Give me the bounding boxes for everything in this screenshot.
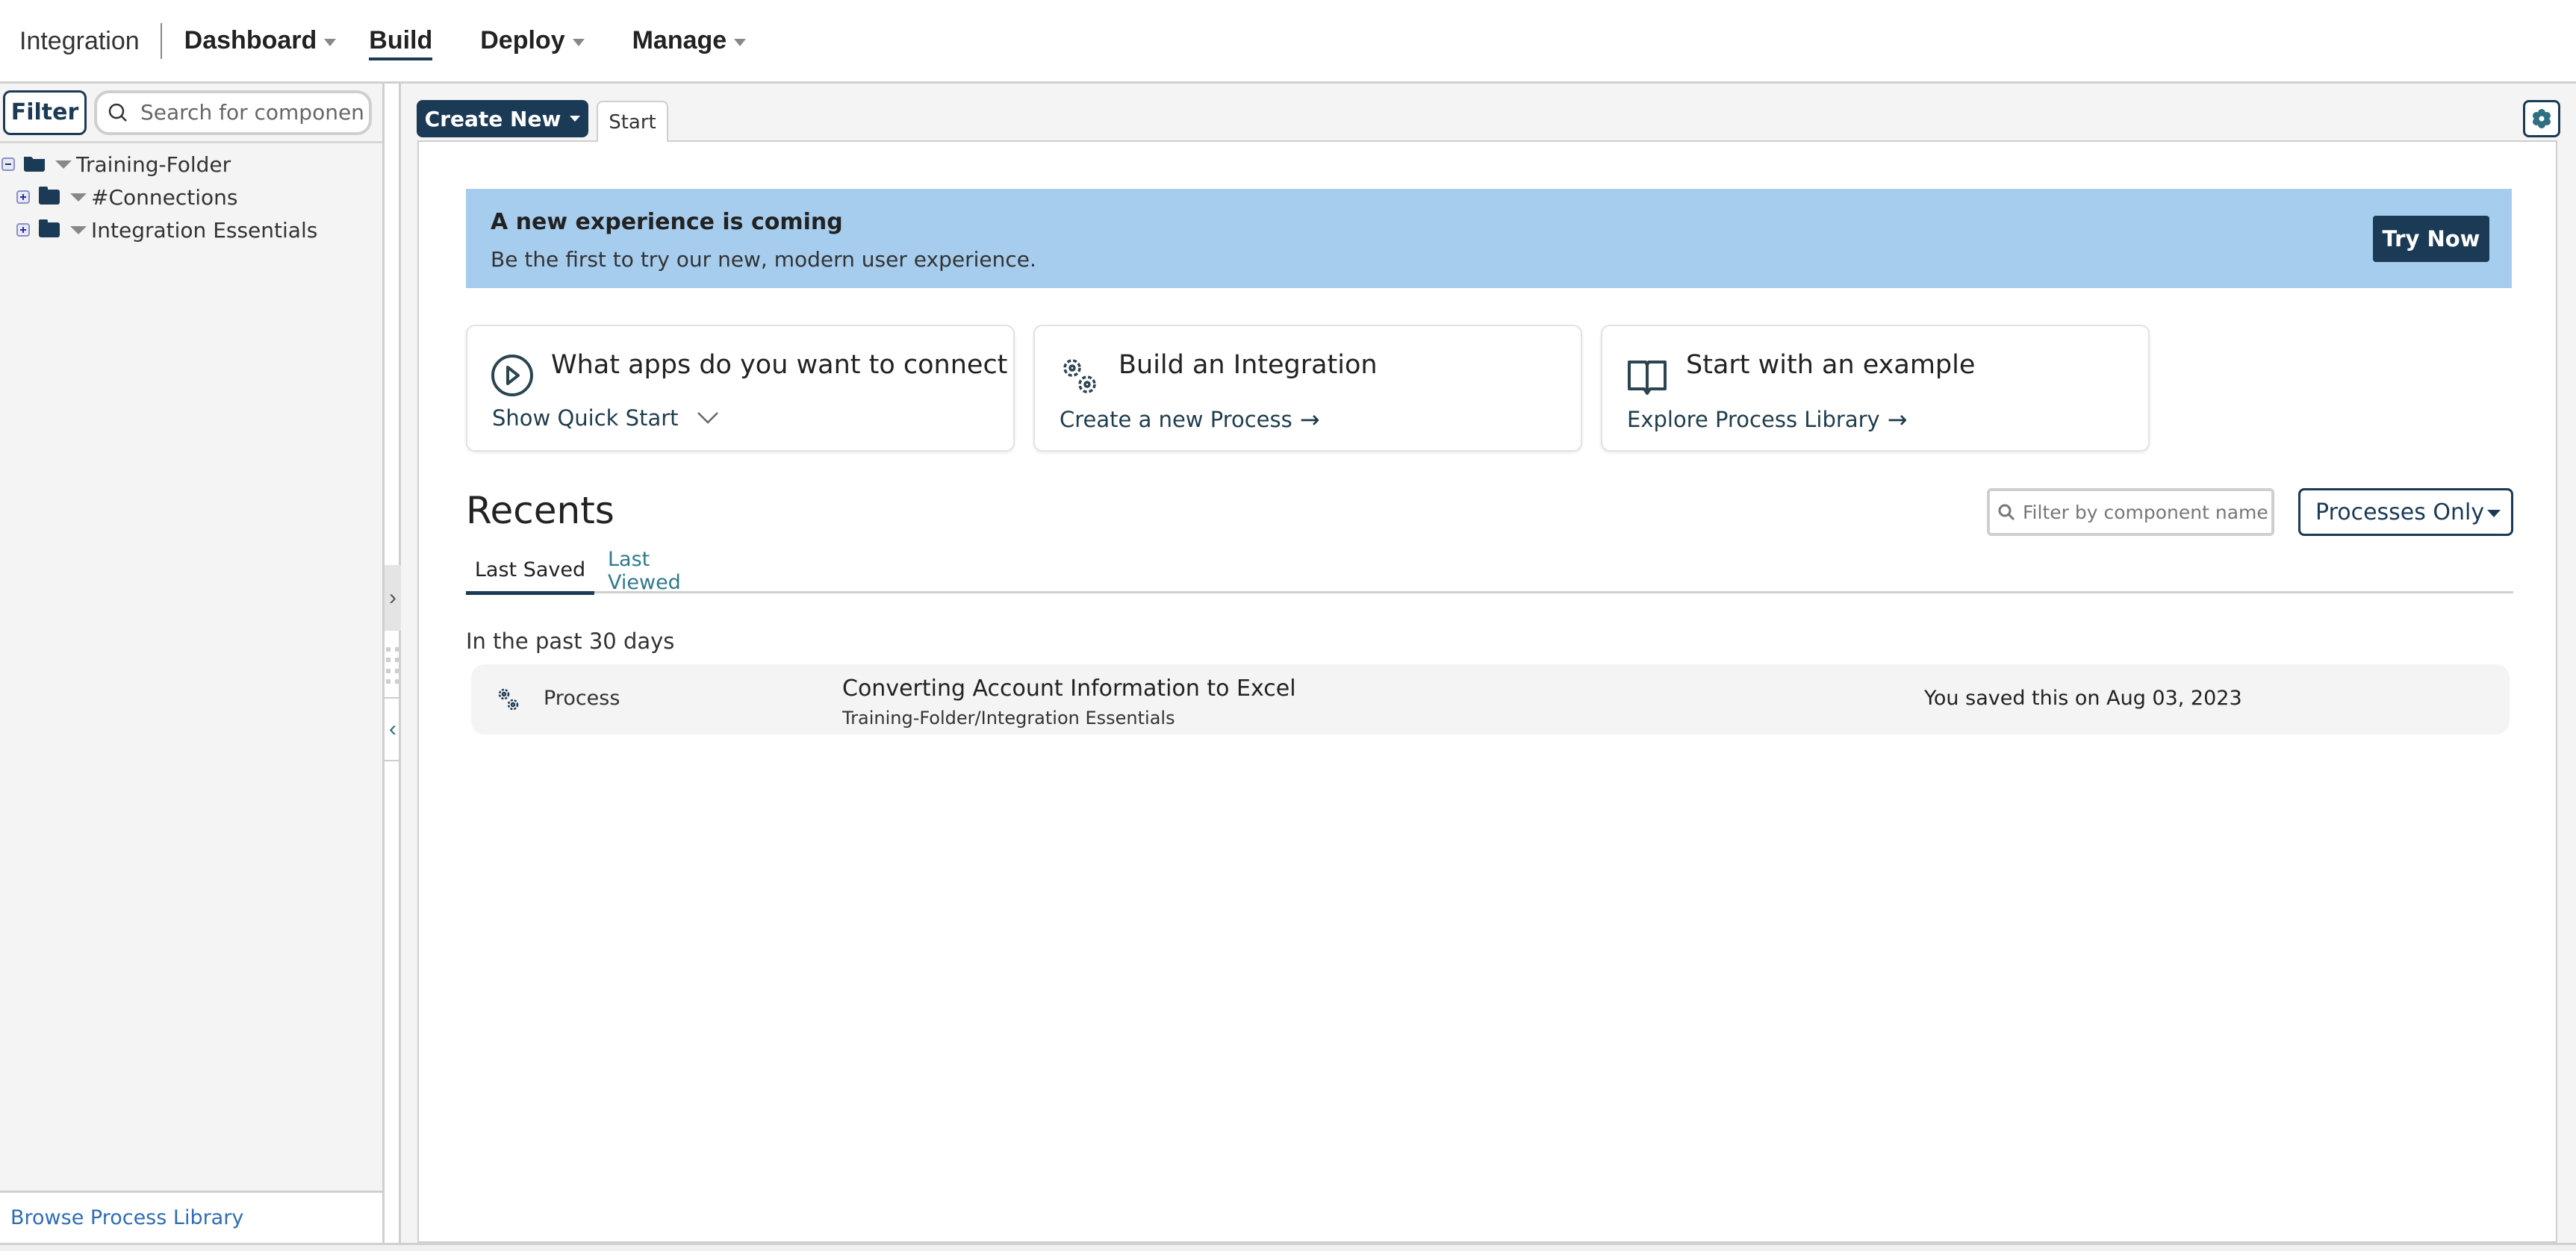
tree-item-label: Integration Essentials — [91, 217, 318, 243]
nav-dashboard-label: Dashboard — [184, 26, 317, 54]
nav-build[interactable]: Build — [369, 0, 432, 83]
caret-down-icon — [570, 116, 581, 122]
quick-start-card[interactable]: What apps do you want to connect Show Qu… — [466, 325, 1015, 452]
recent-item-type: Process — [544, 687, 620, 710]
banner-title: A new experience is coming — [491, 209, 843, 235]
filter-button[interactable]: Filter — [3, 90, 87, 135]
sidebar-search-input[interactable] — [140, 100, 364, 125]
folder-icon — [39, 219, 60, 237]
chevron-down-icon — [697, 412, 718, 424]
tree-item-connections[interactable]: #Connections — [0, 181, 382, 213]
recent-item-path: Training-Folder/Integration Essentials — [842, 708, 1175, 729]
nav-manage-label: Manage — [632, 26, 727, 54]
create-new-label: Create New — [424, 106, 561, 131]
drag-handle-icon[interactable] — [386, 647, 399, 684]
search-icon — [1998, 504, 2015, 521]
browse-process-library-link[interactable]: Browse Process Library — [10, 1206, 243, 1229]
gears-icon — [1063, 359, 1096, 393]
card-title: Start with an example — [1686, 350, 1976, 380]
tab-last-viewed[interactable]: Last Viewed — [608, 548, 727, 594]
tab-last-saved[interactable]: Last Saved — [466, 549, 594, 595]
caret-down-icon — [324, 38, 337, 46]
card-title: Build an Integration — [1119, 350, 1378, 380]
sidebar-search-row: Filter — [0, 84, 382, 143]
recent-item-saved-date: You saved this on Aug 03, 2023 — [1924, 687, 2242, 710]
top-nav: Integration Dashboard Build Deploy Manag… — [0, 0, 2576, 84]
expand-toggle-icon[interactable] — [16, 190, 30, 204]
tab-start[interactable]: Start — [597, 101, 668, 142]
nav-build-label: Build — [369, 26, 433, 54]
card-title: What apps do you want to connect — [551, 350, 1008, 380]
recent-item-name[interactable]: Converting Account Information to Excel — [842, 676, 1296, 702]
chevron-left-icon: ‹ — [389, 717, 396, 741]
bottom-edge — [0, 1243, 2576, 1251]
new-experience-banner: A new experience is coming Be the first … — [466, 189, 2512, 288]
card-link-label: Show Quick Start — [492, 405, 679, 431]
start-page-content: A new experience is coming Be the first … — [417, 140, 2557, 1243]
expand-panel-button[interactable]: › — [385, 565, 401, 631]
nav-dashboard[interactable]: Dashboard — [184, 0, 337, 83]
tree-item-label: #Connections — [91, 184, 238, 210]
search-icon — [108, 103, 127, 122]
collapse-panel-button[interactable]: ‹ — [385, 697, 401, 761]
nav-deploy[interactable]: Deploy — [480, 0, 585, 83]
create-new-button[interactable]: Create New — [417, 100, 588, 137]
create-new-process-link[interactable]: Create a new Process → — [1060, 405, 1320, 434]
recents-heading: Recents — [466, 489, 615, 532]
period-label: In the past 30 days — [466, 628, 675, 654]
chevron-right-icon: › — [389, 585, 396, 610]
recents-filter-input[interactable] — [2023, 501, 2269, 523]
caret-down-icon[interactable] — [55, 160, 72, 169]
expand-toggle-icon[interactable] — [16, 223, 30, 237]
settings-button[interactable] — [2523, 100, 2560, 137]
card-link-label: Explore Process Library — [1627, 407, 1880, 432]
folder-open-icon — [24, 157, 45, 172]
book-icon — [1628, 361, 1667, 395]
explore-process-library-link[interactable]: Explore Process Library → — [1627, 405, 1907, 434]
try-now-button[interactable]: Try Now — [2373, 216, 2489, 262]
gear-icon — [2533, 109, 2551, 128]
caret-down-icon — [2487, 510, 2501, 517]
recents-filter-box[interactable] — [1987, 488, 2274, 536]
recent-item-row[interactable]: Process Converting Account Information t… — [471, 664, 2510, 734]
sidebar-footer: Browse Process Library — [0, 1191, 382, 1243]
tree-item-training-folder[interactable]: Training-Folder — [0, 148, 382, 181]
caret-down-icon — [734, 38, 747, 46]
collapse-toggle-icon[interactable] — [1, 157, 15, 171]
tree-item-integration-essentials[interactable]: Integration Essentials — [0, 213, 382, 246]
component-type-select[interactable]: Processes Only — [2298, 488, 2513, 536]
nav-manage[interactable]: Manage — [632, 0, 747, 83]
recents-tabs: Last Saved Last Viewed — [466, 548, 2513, 595]
folder-tree: Training-Folder #Connections Integration… — [0, 143, 382, 246]
app-brand: Integration — [19, 22, 162, 59]
caret-down-icon — [572, 38, 585, 46]
card-link-label: Create a new Process — [1060, 407, 1292, 432]
arrow-right-icon: → — [1299, 405, 1320, 434]
sidebar-search-box[interactable] — [94, 90, 372, 135]
nav-deploy-label: Deploy — [480, 26, 565, 54]
caret-down-icon[interactable] — [70, 225, 87, 234]
panel-splitter[interactable]: › ‹ — [385, 84, 401, 1243]
folder-icon — [39, 187, 60, 205]
banner-subtitle: Be the first to try our new, modern user… — [491, 247, 1036, 272]
build-integration-card[interactable]: Build an Integration Create a new Proces… — [1033, 325, 1582, 452]
show-quick-start-link[interactable]: Show Quick Start — [492, 405, 719, 431]
tree-item-label: Training-Folder — [76, 152, 231, 177]
caret-down-icon[interactable] — [70, 193, 87, 202]
arrow-right-icon: → — [1887, 405, 1908, 434]
component-explorer-sidebar: Filter Training-Folder #Connections Int — [0, 84, 385, 1243]
main-area: Create New Start A new experience is com… — [401, 84, 2576, 1243]
play-circle-icon — [491, 355, 533, 396]
process-gears-icon — [498, 688, 519, 711]
start-with-example-card[interactable]: Start with an example Explore Process Li… — [1601, 325, 2150, 452]
component-type-value: Processes Only — [2315, 499, 2485, 525]
